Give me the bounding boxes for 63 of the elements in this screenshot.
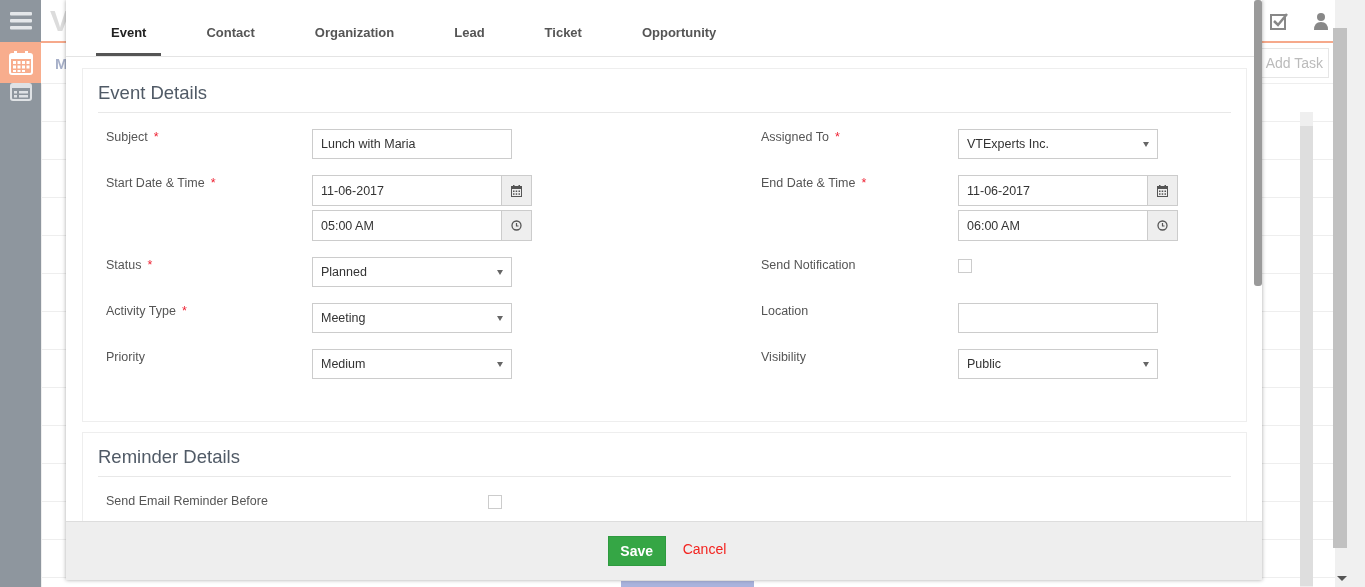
dropdown[interactable]: Planned: [312, 257, 512, 287]
calendar-icon: [511, 184, 522, 197]
check-square-icon[interactable]: [1270, 11, 1288, 30]
time-picker-button[interactable]: [502, 210, 532, 241]
caret-icon: [497, 361, 503, 367]
scrollbar[interactable]: [1333, 28, 1347, 548]
field-label: Status: [106, 258, 142, 272]
date-picker-button[interactable]: [1148, 175, 1178, 206]
field-label: Activity Type: [106, 304, 176, 318]
caret-icon: [497, 269, 503, 275]
dropdown[interactable]: VTExperts Inc.: [958, 129, 1158, 159]
field-label: Location: [761, 304, 809, 318]
calendar-icon[interactable]: [8, 50, 33, 75]
caret-icon: [1143, 361, 1149, 367]
scroll-down-icon[interactable]: [1337, 576, 1347, 581]
required-mark: *: [210, 176, 216, 190]
caret-icon: [497, 315, 503, 321]
tab[interactable]: Ticket: [529, 25, 597, 56]
date-field[interactable]: 11-06-2017: [312, 175, 502, 206]
cancel-link[interactable]: Cancel: [682, 541, 727, 557]
field-label: End Date & Time: [761, 176, 856, 190]
dropdown[interactable]: Public: [958, 349, 1158, 379]
field-label: Assigned To: [761, 130, 829, 144]
tab[interactable]: Opportunity: [626, 25, 732, 56]
tab[interactable]: Event: [96, 25, 162, 56]
field-label: Subject: [106, 130, 148, 144]
clock-icon: [1157, 220, 1168, 231]
section-title: Event Details: [98, 69, 1231, 113]
time-field[interactable]: 05:00 AM: [312, 210, 502, 241]
tab[interactable]: Contact: [191, 25, 270, 56]
required-mark: *: [181, 304, 187, 318]
tab[interactable]: Organization: [299, 25, 410, 56]
field-label: Send Notification: [761, 258, 856, 272]
checkbox[interactable]: [488, 495, 502, 509]
field-label: Send Email Reminder Before: [106, 494, 268, 508]
sidebar-item[interactable]: [0, 42, 41, 83]
required-mark: *: [834, 130, 840, 144]
text-field[interactable]: [958, 303, 1158, 333]
list-icon[interactable]: [9, 83, 32, 101]
calendar-icon: [1157, 184, 1168, 197]
text-field[interactable]: Lunch with Maria: [312, 129, 512, 159]
calendar-event[interactable]: [621, 581, 754, 587]
field-label: Start Date & Time: [106, 176, 205, 190]
required-mark: *: [147, 258, 153, 272]
user-icon[interactable]: [1314, 11, 1328, 30]
field-label: Priority: [106, 350, 145, 364]
checkbox[interactable]: [958, 259, 972, 273]
field-label: Visibility: [761, 350, 806, 364]
tab[interactable]: Lead: [439, 25, 500, 56]
required-mark: *: [861, 176, 867, 190]
menu-icon[interactable]: [9, 12, 32, 30]
caret-icon: [1143, 141, 1149, 147]
scrollbar[interactable]: [1300, 112, 1313, 587]
dropdown[interactable]: Meeting: [312, 303, 512, 333]
date-field[interactable]: 11-06-2017: [958, 175, 1148, 206]
section-title: Reminder Details: [98, 433, 1231, 477]
time-field[interactable]: 06:00 AM: [958, 210, 1148, 241]
dropdown[interactable]: Medium: [312, 349, 512, 379]
date-picker-button[interactable]: [502, 175, 532, 206]
scrollbar[interactable]: [1254, 0, 1262, 286]
time-picker-button[interactable]: [1148, 210, 1178, 241]
clock-icon: [511, 220, 522, 231]
required-mark: *: [153, 130, 159, 144]
